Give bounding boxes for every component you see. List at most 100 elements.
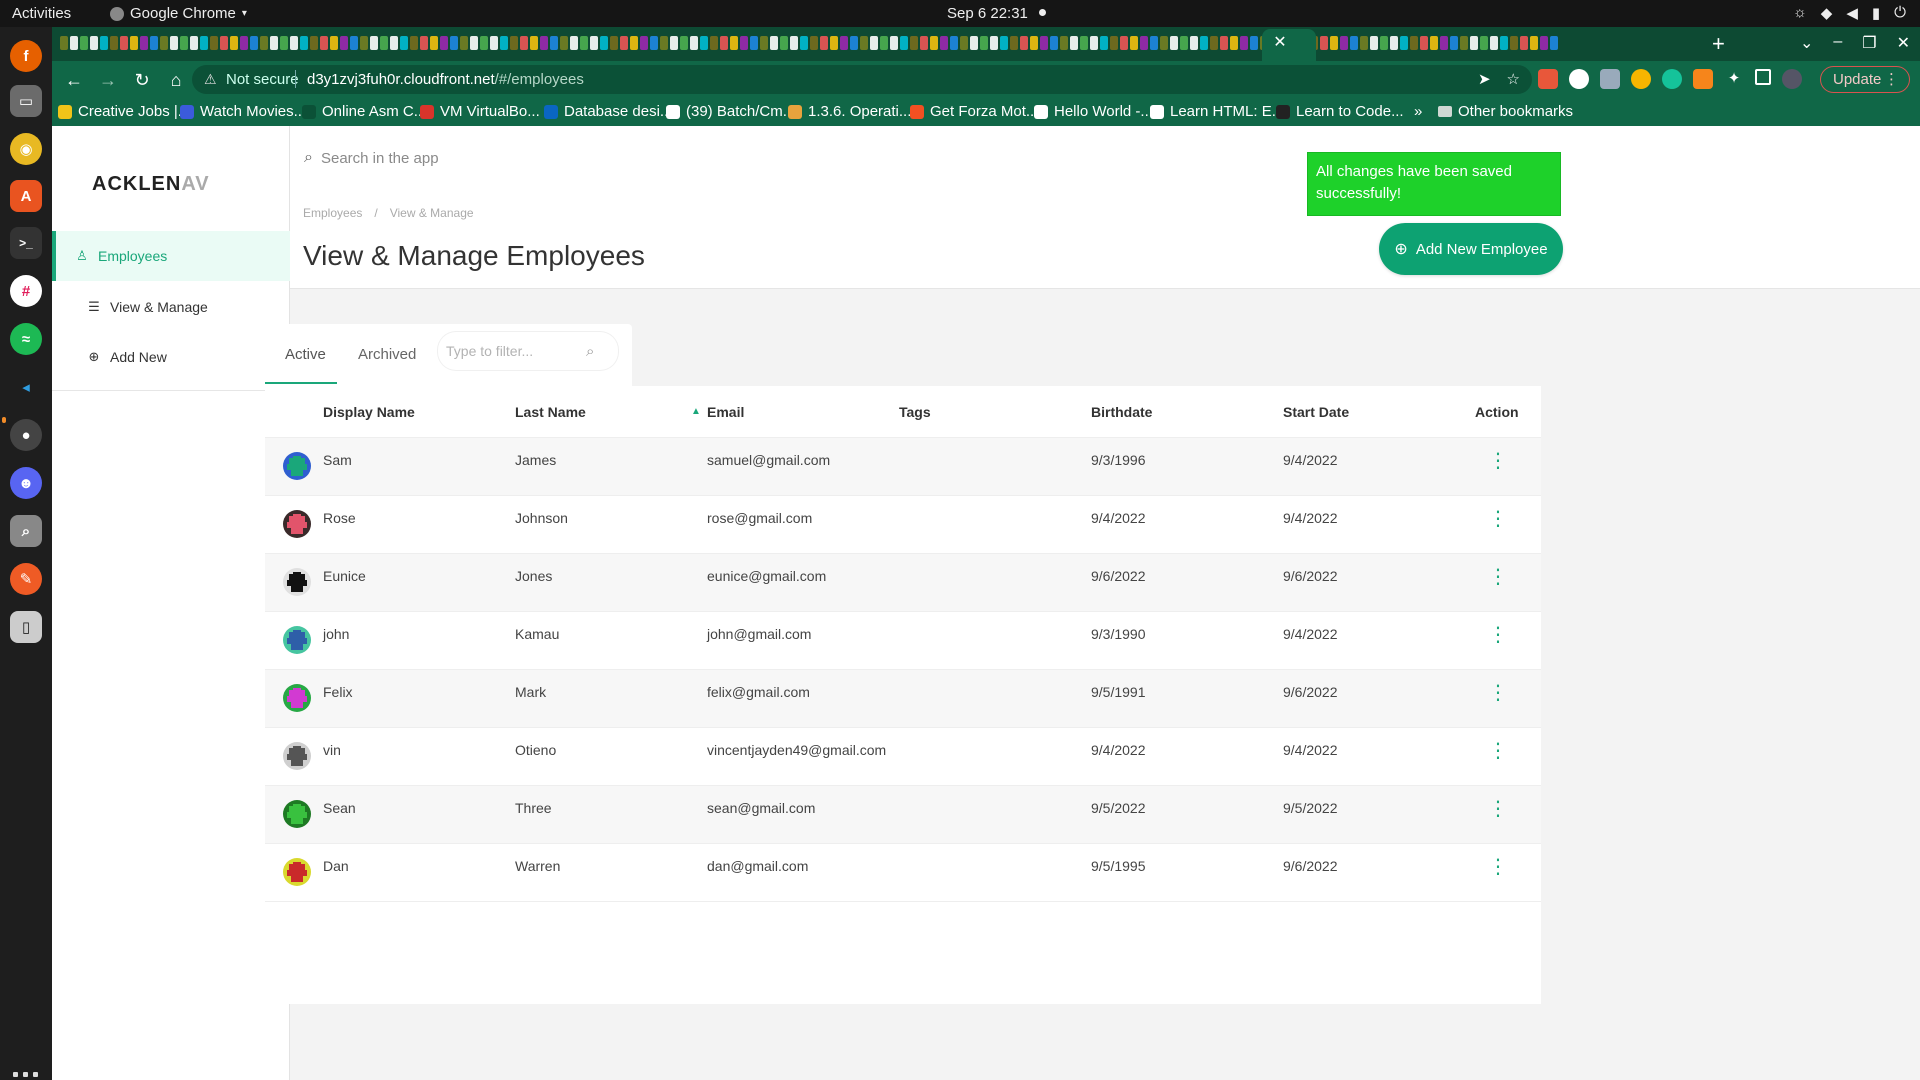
tab-favicon-icon[interactable] (480, 36, 488, 50)
bookmark-item[interactable]: Hello World -... (1034, 103, 1153, 120)
tab-favicon-icon[interactable] (850, 36, 858, 50)
tab-favicon-icon[interactable] (1130, 36, 1138, 50)
tab-archived[interactable]: Archived (358, 346, 416, 363)
tab-favicon-icon[interactable] (1320, 36, 1328, 50)
tab-favicon-icon[interactable] (750, 36, 758, 50)
bookmark-item[interactable]: (39) Batch/Cm... (666, 103, 795, 120)
tab-favicon-icon[interactable] (210, 36, 218, 50)
back-icon[interactable]: ← (62, 68, 86, 92)
bookmark-item[interactable]: Get Forza Mot... (910, 103, 1038, 120)
tab-favicon-icon[interactable] (700, 36, 708, 50)
sidebar-item-add-new[interactable]: ⊕ Add New (52, 332, 290, 382)
tab-favicons[interactable] (60, 36, 1700, 52)
tab-favicon-icon[interactable] (570, 36, 578, 50)
tab-favicon-icon[interactable] (1230, 36, 1238, 50)
table-row[interactable]: Sam James samuel@gmail.com 9/3/1996 9/4/2022… (265, 438, 1541, 496)
tab-favicon-icon[interactable] (240, 36, 248, 50)
spotify-icon[interactable]: ≈ (10, 323, 42, 355)
tab-favicon-icon[interactable] (60, 36, 68, 50)
tab-favicon-icon[interactable] (1200, 36, 1208, 50)
tab-favicon-icon[interactable] (1530, 36, 1538, 50)
tab-favicon-icon[interactable] (1060, 36, 1068, 50)
bookmark-item[interactable]: VM VirtualBo... (420, 103, 540, 120)
tab-favicon-icon[interactable] (680, 36, 688, 50)
reload-icon[interactable]: ↻ (130, 68, 154, 92)
extension-icon[interactable] (1600, 69, 1620, 89)
tab-favicon-icon[interactable] (880, 36, 888, 50)
tab-favicon-icon[interactable] (1110, 36, 1118, 50)
tab-favicon-icon[interactable] (1220, 36, 1228, 50)
tab-favicon-icon[interactable] (370, 36, 378, 50)
bookmark-star-icon[interactable]: ☆ (1507, 70, 1520, 88)
tab-favicon-icon[interactable] (890, 36, 898, 50)
tab-active[interactable]: Active (285, 346, 326, 363)
search-input[interactable] (320, 149, 1221, 167)
column-header[interactable]: Start Date (1283, 404, 1349, 420)
table-row[interactable]: john Kamau john@gmail.com 9/3/1990 9/4/2022 ⋮ (265, 612, 1541, 670)
tab-favicon-icon[interactable] (930, 36, 938, 50)
column-header[interactable]: Tags (899, 404, 931, 420)
tab-favicon-icon[interactable] (100, 36, 108, 50)
tab-favicon-icon[interactable] (410, 36, 418, 50)
tab-favicon-icon[interactable] (1390, 36, 1398, 50)
tab-favicon-icon[interactable] (1490, 36, 1498, 50)
tab-favicon-icon[interactable] (130, 36, 138, 50)
tab-favicon-icon[interactable] (520, 36, 528, 50)
bookmark-item[interactable]: Creative Jobs |... (58, 103, 190, 120)
tab-favicon-icon[interactable] (220, 36, 228, 50)
tab-favicon-icon[interactable] (1050, 36, 1058, 50)
tab-favicon-icon[interactable] (140, 36, 148, 50)
tab-favicon-icon[interactable] (450, 36, 458, 50)
postman-icon[interactable]: ✎ (10, 563, 42, 595)
discord-icon[interactable]: ☻ (10, 467, 42, 499)
tab-favicon-icon[interactable] (1400, 36, 1408, 50)
minimize-icon[interactable]: – (1833, 33, 1842, 53)
bookmark-item[interactable]: Database desi... (544, 103, 672, 120)
tab-favicon-icon[interactable] (390, 36, 398, 50)
table-row[interactable]: Felix Mark felix@gmail.com 9/5/1991 9/6/2022… (265, 670, 1541, 728)
column-header[interactable]: Last Name (515, 404, 586, 420)
metamask-icon[interactable] (1693, 69, 1713, 89)
update-button[interactable]: Update ⋮ (1820, 66, 1910, 93)
tab-favicon-icon[interactable] (1100, 36, 1108, 50)
tab-favicon-icon[interactable] (510, 36, 518, 50)
tab-favicon-icon[interactable] (1380, 36, 1388, 50)
tab-favicon-icon[interactable] (440, 36, 448, 50)
tab-favicon-icon[interactable] (920, 36, 928, 50)
bookmark-item[interactable]: Watch Movies... (180, 103, 306, 120)
tab-favicon-icon[interactable] (560, 36, 568, 50)
tab-favicon-icon[interactable] (1020, 36, 1028, 50)
send-icon[interactable]: ➤ (1478, 70, 1491, 88)
extension-icon[interactable] (1538, 69, 1558, 89)
tab-favicon-icon[interactable] (660, 36, 668, 50)
row-action-menu-icon[interactable]: ⋮ (1488, 799, 1508, 819)
system-tray[interactable]: ☼ ◆ ◀ ▮ ⏻ (1793, 4, 1906, 22)
bookmark-item[interactable]: 1.3.6. Operati... (788, 103, 911, 120)
tab-favicon-icon[interactable] (580, 36, 588, 50)
tab-favicon-icon[interactable] (320, 36, 328, 50)
tab-favicon-icon[interactable] (1460, 36, 1468, 50)
tab-favicon-icon[interactable] (1140, 36, 1148, 50)
tab-favicon-icon[interactable] (1210, 36, 1218, 50)
extension-icon[interactable] (1569, 69, 1589, 89)
tab-favicon-icon[interactable] (800, 36, 808, 50)
sidebar-item-view-manage[interactable]: ☰ View & Manage (52, 282, 290, 332)
tab-favicon-icon[interactable] (270, 36, 278, 50)
screenshot-icon[interactable]: ⌕ (10, 515, 42, 547)
tab-favicon-icon[interactable] (1420, 36, 1428, 50)
tab-favicon-icon[interactable] (960, 36, 968, 50)
tab-favicon-icon[interactable] (610, 36, 618, 50)
tab-favicon-icon[interactable] (1520, 36, 1528, 50)
tab-favicon-icon[interactable] (730, 36, 738, 50)
tab-favicon-icon[interactable] (1410, 36, 1418, 50)
close-icon[interactable]: ✕ (1268, 31, 1292, 55)
breadcrumb-item[interactable]: Employees (303, 206, 362, 220)
tab-favicon-icon[interactable] (1440, 36, 1448, 50)
table-row[interactable]: Eunice Jones eunice@gmail.com 9/6/2022 9/6/2… (265, 554, 1541, 612)
tab-favicon-icon[interactable] (1370, 36, 1378, 50)
tab-favicon-icon[interactable] (1340, 36, 1348, 50)
tab-favicon-icon[interactable] (310, 36, 318, 50)
tab-favicon-icon[interactable] (1170, 36, 1178, 50)
tab-favicon-icon[interactable] (550, 36, 558, 50)
tab-favicon-icon[interactable] (260, 36, 268, 50)
